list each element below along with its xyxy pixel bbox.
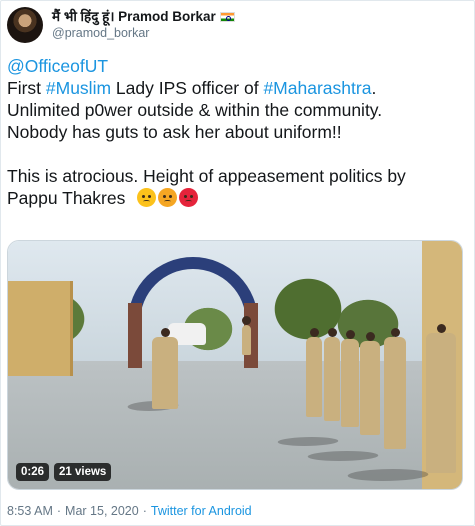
- text-line1-prefix: First: [7, 78, 46, 98]
- tweet-header: मैं भी हिंदु हूं। Pramod Borkar @pramod_…: [7, 7, 235, 43]
- text-line3: Nobody has guts to ask her about uniform…: [7, 122, 342, 142]
- angry-face-icon: [158, 188, 178, 207]
- video-player[interactable]: 0:26 21 views: [7, 240, 463, 490]
- pouting-face-icon: [179, 188, 199, 207]
- video-thumbnail: [8, 241, 462, 489]
- tweet-date[interactable]: Mar 15, 2020: [65, 504, 139, 518]
- video-duration-badge: 0:26: [16, 463, 50, 481]
- video-views-badge: 21 views: [54, 463, 112, 481]
- hashtag-muslim-link[interactable]: #Muslim: [46, 78, 111, 98]
- text-line5: Pappu Thakres: [7, 188, 126, 208]
- tweet-meta: 8:53 AM · Mar 15, 2020 · Twitter for And…: [7, 504, 252, 518]
- india-flag-icon: [219, 12, 235, 22]
- author-display-name[interactable]: मैं भी हिंदु हूं। Pramod Borkar: [52, 9, 235, 25]
- tweet-card: मैं भी हिंदु हूं। Pramod Borkar @pramod_…: [0, 0, 475, 526]
- text-line1-middle: Lady IPS officer of: [111, 78, 264, 98]
- tweet-body: @OfficeofUT First #Muslim Lady IPS offic…: [7, 55, 467, 209]
- text-line1-suffix: .: [371, 78, 377, 98]
- meta-separator-2: ·: [142, 504, 147, 518]
- author-handle[interactable]: @pramod_borkar: [52, 25, 235, 41]
- tweet-source-link[interactable]: Twitter for Android: [151, 504, 252, 518]
- mention-link[interactable]: @OfficeofUT: [7, 56, 108, 76]
- text-line4: This is atrocious. Height of appeasement…: [7, 166, 406, 186]
- avatar[interactable]: [7, 7, 43, 43]
- tweet-time[interactable]: 8:53 AM: [7, 504, 53, 518]
- text-line2: Unlimited p0wer outside & within the com…: [7, 100, 383, 120]
- frowning-face-icon: [137, 188, 157, 207]
- author-names: मैं भी हिंदु हूं। Pramod Borkar @pramod_…: [52, 9, 235, 41]
- display-name-text: मैं भी हिंदु हूं। Pramod Borkar: [52, 9, 216, 24]
- meta-separator: ·: [56, 504, 62, 518]
- hashtag-maharashtra-link[interactable]: #Maharashtra: [263, 78, 371, 98]
